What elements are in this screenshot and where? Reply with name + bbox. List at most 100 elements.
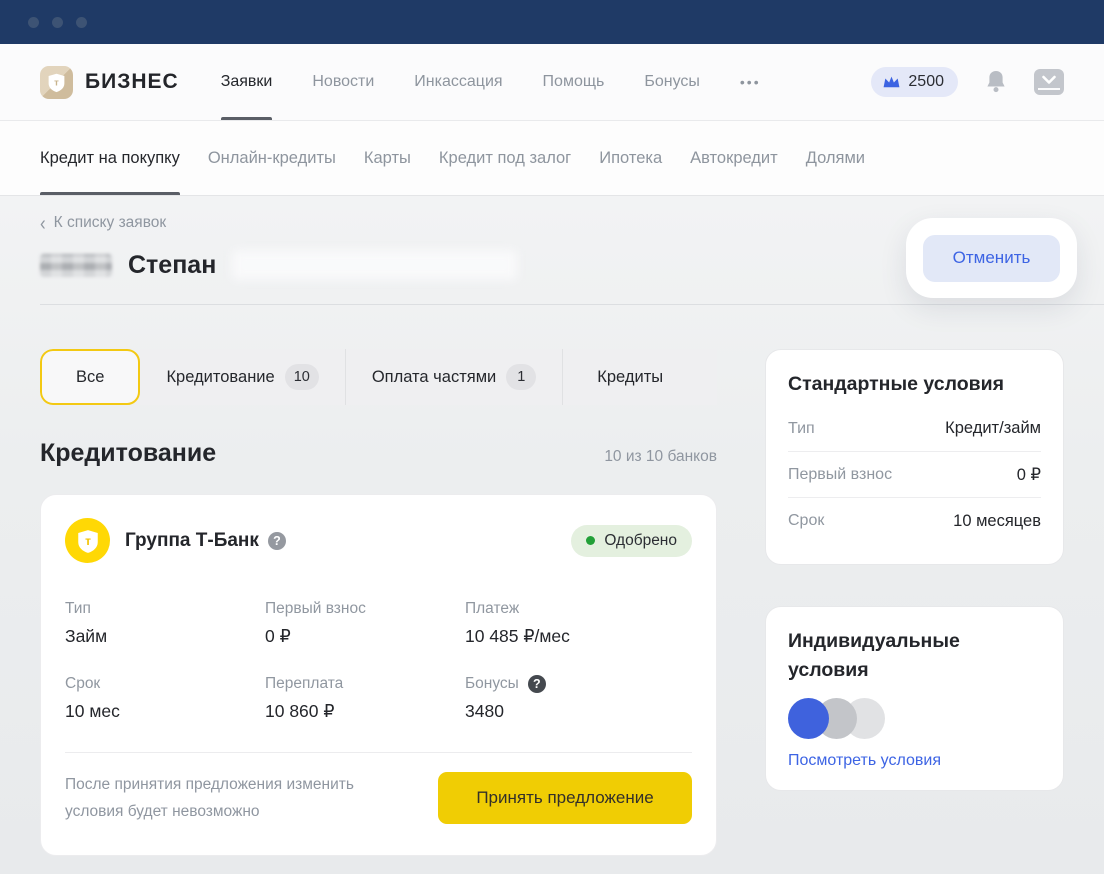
tab-count-badge: 1 [506,364,536,390]
tab-count-badge: 10 [285,364,319,390]
tab-label: Все [76,368,104,387]
svg-text:т: т [85,533,91,547]
tab-label: Оплата частями [372,368,496,387]
offer-card-header: т Группа Т-Банк ? Одобрено [65,518,692,563]
bank-name: Группа Т-Банк [125,530,259,552]
bank-offer-card: т Группа Т-Банк ? Одобрено Тип Займ [40,494,717,856]
window-dot[interactable] [28,17,39,28]
bonus-help-icon[interactable]: ? [528,675,546,693]
condition-row: Срок 10 месяцев [788,498,1041,544]
tab-kreditovanie[interactable]: Кредитование 10 [140,349,345,405]
condition-row: Тип Кредит/займ [788,406,1041,452]
notifications-button[interactable] [984,69,1008,95]
nav-item-bonusy[interactable]: Бонусы [644,44,700,120]
subnav-dolyami[interactable]: Долями [806,121,865,195]
bank-logos-stack-icon [788,698,888,739]
title-section: Степан Отменить [40,242,1064,305]
bonus-balance-value: 2500 [908,73,944,91]
field-value: 3480 [465,701,692,722]
field-srok: Срок 10 мес [65,675,265,722]
bank-help-icon[interactable]: ? [268,532,286,550]
nav-item-zayavki[interactable]: Заявки [221,44,273,120]
tab-kredity[interactable]: Кредиты [563,349,717,405]
field-pervyi-vznos: Первый взнос 0 ₽ [265,600,465,647]
field-value: Займ [65,626,265,647]
brand[interactable]: т БИЗНЕС [40,66,179,99]
redacted-surname [40,254,112,277]
field-label: Срок [65,675,265,693]
sidebar: Стандартные условия Тип Кредит/займ Перв… [765,349,1064,856]
cancel-button[interactable]: Отменить [923,235,1060,282]
primary-nav: Заявки Новости Инкассация Помощь Бонусы … [221,44,761,120]
cancel-button-highlight: Отменить [906,218,1077,298]
subnav-ipoteka[interactable]: Ипотека [599,121,662,195]
accept-offer-button[interactable]: Принять предложение [438,772,692,824]
field-value: 10 860 ₽ [265,701,465,722]
individual-conditions-card: Индивидуальные условия Посмотреть услови… [765,606,1064,791]
tab-label: Кредитование [166,368,274,387]
field-value: 10 485 ₽/мес [465,626,692,647]
section-heading-row: Кредитование 10 из 10 банков [40,439,717,468]
subnav-avtokredit[interactable]: Автокредит [690,121,778,195]
nav-item-pomosch[interactable]: Помощь [543,44,605,120]
condition-value: 10 месяцев [953,512,1041,531]
offer-type-tabs: Все Кредитование 10 Оплата частями 1 Кре… [40,349,717,405]
secondary-nav: Кредит на покупку Онлайн-кредиты Карты К… [0,121,1104,196]
condition-row: Первый взнос 0 ₽ [788,452,1041,498]
footer-note: После принятия предложения изменить усло… [65,771,395,825]
main-column: Все Кредитование 10 Оплата частями 1 Кре… [40,349,717,856]
redacted-patronymic [232,250,517,280]
nav-item-novosti[interactable]: Новости [312,44,374,120]
field-platezh: Платеж 10 485 ₽/мес [465,600,692,647]
subnav-kredit-na-pokupku[interactable]: Кредит на покупку [40,121,180,195]
title-line: Индивидуальные [788,630,960,652]
inbox-button[interactable] [1034,69,1064,95]
status-dot-icon [586,536,595,545]
status-label: Одобрено [604,532,677,550]
field-label: Переплата [265,675,465,693]
offer-fields: Тип Займ Первый взнос 0 ₽ Платеж 10 485 … [65,600,692,722]
page-title: Степан [128,251,216,280]
window-dot[interactable] [76,17,87,28]
standard-conditions-card: Стандартные условия Тип Кредит/займ Перв… [765,349,1064,565]
field-value: 10 мес [65,701,265,722]
view-conditions-link[interactable]: Посмотреть условия [788,752,941,770]
title-line: условия [788,659,869,681]
field-label: Платеж [465,600,692,618]
standard-conditions-title: Стандартные условия [788,370,1041,398]
field-label: Первый взнос [265,600,465,618]
bank-circle-icon [788,698,829,739]
bell-icon [984,69,1008,95]
header-actions: 2500 [871,67,1064,97]
condition-value: Кредит/займ [945,419,1041,438]
field-pereplata: Переплата 10 860 ₽ [265,675,465,722]
banks-count-meta: 10 из 10 банков [604,448,717,466]
conditions-rows: Тип Кредит/займ Первый взнос 0 ₽ Срок 10… [788,406,1041,544]
nav-more-ellipsis[interactable]: ••• [740,44,761,120]
condition-label: Первый взнос [788,466,892,484]
t-bank-round-logo-icon: т [65,518,110,563]
crown-icon [882,75,901,90]
field-label: Бонусы [465,675,519,693]
back-to-applications-link[interactable]: ‹ К списку заявок [40,214,166,232]
window-dot[interactable] [52,17,63,28]
divider [40,304,1104,305]
status-badge: Одобрено [571,525,692,557]
back-link-label: К списку заявок [54,214,166,232]
subnav-online-kredity[interactable]: Онлайн-кредиты [208,121,336,195]
bonus-balance-badge[interactable]: 2500 [871,67,958,97]
page-content: ‹ К списку заявок Степан Отменить Все Кр… [0,196,1104,874]
tab-oplata-chastyami[interactable]: Оплата частями 1 [346,349,563,405]
subnav-kredit-pod-zalog[interactable]: Кредит под залог [439,121,571,195]
section-title: Кредитование [40,439,216,468]
brand-name: БИЗНЕС [85,70,179,94]
subnav-karty[interactable]: Карты [364,121,411,195]
field-bonusy: Бонусы ? 3480 [465,675,692,722]
chevron-left-icon: ‹ [40,213,46,233]
condition-value: 0 ₽ [1017,465,1041,485]
individual-conditions-title: Индивидуальные условия [788,627,1041,684]
field-value: 0 ₽ [265,626,465,647]
tab-vse[interactable]: Все [40,349,140,405]
inbox-chevron-icon [1034,69,1064,95]
nav-item-inkassaciya[interactable]: Инкассация [414,44,502,120]
